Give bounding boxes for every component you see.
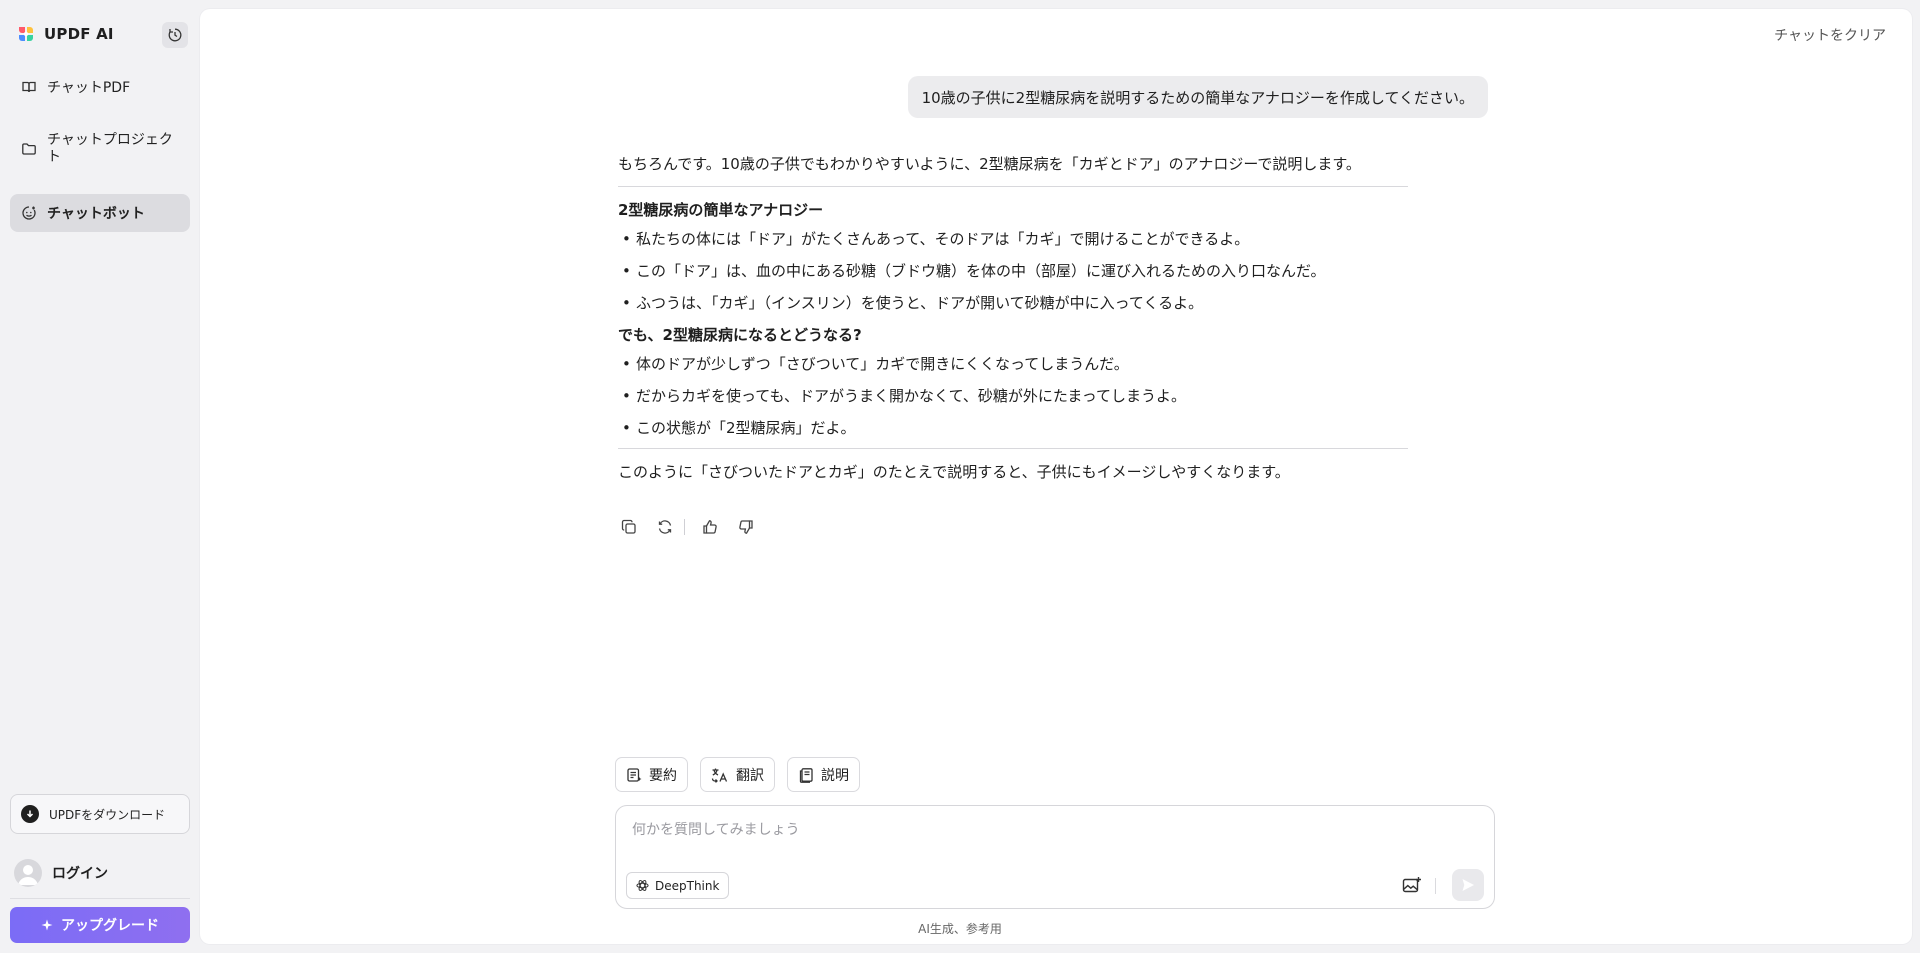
answer-section-title: 2型糖尿病の簡単なアナロジー: [618, 201, 824, 219]
sidebar-item-chat-pdf[interactable]: チャットPDF: [10, 70, 190, 104]
brand-name: UPDF AI: [44, 25, 114, 43]
chip-label: 説明: [821, 767, 849, 784]
sidebar-item-chat-project[interactable]: チャットプロジェクト: [10, 126, 190, 172]
list-item: この「ドア」は、血の中にある砂糖（ブドウ糖）を体の中（部屋）に運び入れるための入…: [618, 259, 1408, 283]
updf-logo-icon: [19, 27, 33, 41]
quick-actions: 要約 翻訳 説明: [615, 757, 860, 792]
ai-disclaimer: AI生成、参考用: [918, 922, 1002, 936]
brand[interactable]: UPDF AI: [16, 22, 114, 46]
image-upload-button[interactable]: [1401, 874, 1423, 896]
chip-label: 翻訳: [736, 767, 764, 784]
divider: [684, 519, 685, 535]
list-item: 私たちの体には「ドア」がたくさんあって、そのドアは「カギ」で開けることができるよ…: [618, 227, 1408, 251]
login-button[interactable]: ログイン: [14, 858, 108, 888]
list-item: ふつうは、「カギ」（インスリン）を使うと、ドアが開いて砂糖が中に入ってくるよ。: [618, 291, 1408, 315]
atom-icon: [636, 880, 649, 891]
sidebar-item-chatbot[interactable]: チャットボット: [10, 194, 190, 232]
thumbs-down-button[interactable]: [735, 516, 757, 538]
divider: [618, 448, 1408, 449]
sidebar-item-label: チャットボット: [47, 206, 145, 222]
divider: [1435, 878, 1436, 894]
answer-section-title: でも、2型糖尿病になるとどうなる?: [618, 326, 862, 344]
sidebar-item-label: チャットPDF: [47, 80, 131, 96]
divider: [618, 186, 1408, 187]
explain-icon: [799, 767, 813, 783]
message-input[interactable]: [632, 818, 1452, 842]
folder-icon: [22, 143, 36, 155]
explain-button[interactable]: 説明: [787, 757, 860, 792]
sidebar: UPDF AI チャットPDF チャットプロジェクト チャットボット UPDFを…: [0, 0, 200, 953]
bot-icon: [22, 206, 36, 220]
chat-panel: チャットをクリア 10歳の子供に2型糖尿病を説明するための簡単なアナロジーを作成…: [200, 9, 1912, 944]
thumbs-down-icon: [739, 520, 753, 534]
deepthink-label: DeepThink: [655, 878, 720, 893]
answer-outro: このように「さびついたドアとカギ」のたとえで説明すると、子供にもイメージしやすく…: [618, 463, 1290, 481]
list-item: だからカギを使っても、ドアがうまく開かなくて、砂糖が外にたまってしまうよ。: [618, 384, 1408, 408]
divider: [10, 898, 190, 899]
download-icon: [21, 805, 39, 823]
download-label: UPDFをダウンロード: [49, 807, 166, 822]
answer-intro: もちろんです。10歳の子供でもわかりやすいように、2型糖尿病を「カギとドア」のア…: [618, 155, 1361, 173]
history-icon: [168, 28, 182, 42]
chip-label: 要約: [649, 767, 677, 784]
answer-actions: [618, 516, 771, 538]
copy-icon: [621, 519, 636, 534]
copy-button[interactable]: [618, 516, 640, 538]
summary-icon: [627, 767, 642, 782]
thumbs-up-icon: [703, 520, 717, 534]
send-button[interactable]: [1452, 869, 1484, 901]
sidebar-item-label: チャットプロジェクト: [47, 132, 173, 165]
deepthink-toggle[interactable]: DeepThink: [626, 872, 730, 899]
user-message-text: 10歳の子供に2型糖尿病を説明するための簡単なアナロジーを作成してください。: [921, 88, 1474, 107]
answer-list: 体のドアが少しずつ「さびついて」カギで開きにくくなってしまうんだ。 だからカギを…: [618, 352, 1408, 440]
user-message-bubble: 10歳の子供に2型糖尿病を説明するための簡単なアナロジーを作成してください。: [907, 76, 1488, 118]
summary-button[interactable]: 要約: [615, 757, 688, 792]
book-icon: [22, 81, 36, 93]
translate-button[interactable]: 翻訳: [700, 757, 775, 792]
assistant-answer: もちろんです。10歳の子供でもわかりやすいように、2型糖尿病を「カギとドア」のア…: [618, 151, 1408, 484]
list-item: 体のドアが少しずつ「さびついて」カギで開きにくくなってしまうんだ。: [618, 352, 1408, 376]
answer-list: 私たちの体には「ドア」がたくさんあって、そのドアは「カギ」で開けることができるよ…: [618, 227, 1408, 315]
refresh-icon: [658, 520, 672, 534]
message-composer: DeepThink: [615, 805, 1495, 909]
image-icon: [1402, 877, 1421, 893]
translate-icon: [711, 768, 728, 783]
login-label: ログイン: [52, 866, 108, 882]
regenerate-button[interactable]: [654, 516, 676, 538]
thumbs-up-button[interactable]: [699, 516, 721, 538]
download-updf-button[interactable]: UPDFをダウンロード: [10, 794, 190, 834]
clear-chat-button[interactable]: チャットをクリア: [1774, 25, 1886, 45]
chat-history-button[interactable]: [162, 22, 188, 48]
avatar-icon: [14, 859, 42, 887]
list-item: この状態が「2型糖尿病」だよ。: [618, 416, 1408, 440]
send-icon: [1462, 879, 1474, 891]
